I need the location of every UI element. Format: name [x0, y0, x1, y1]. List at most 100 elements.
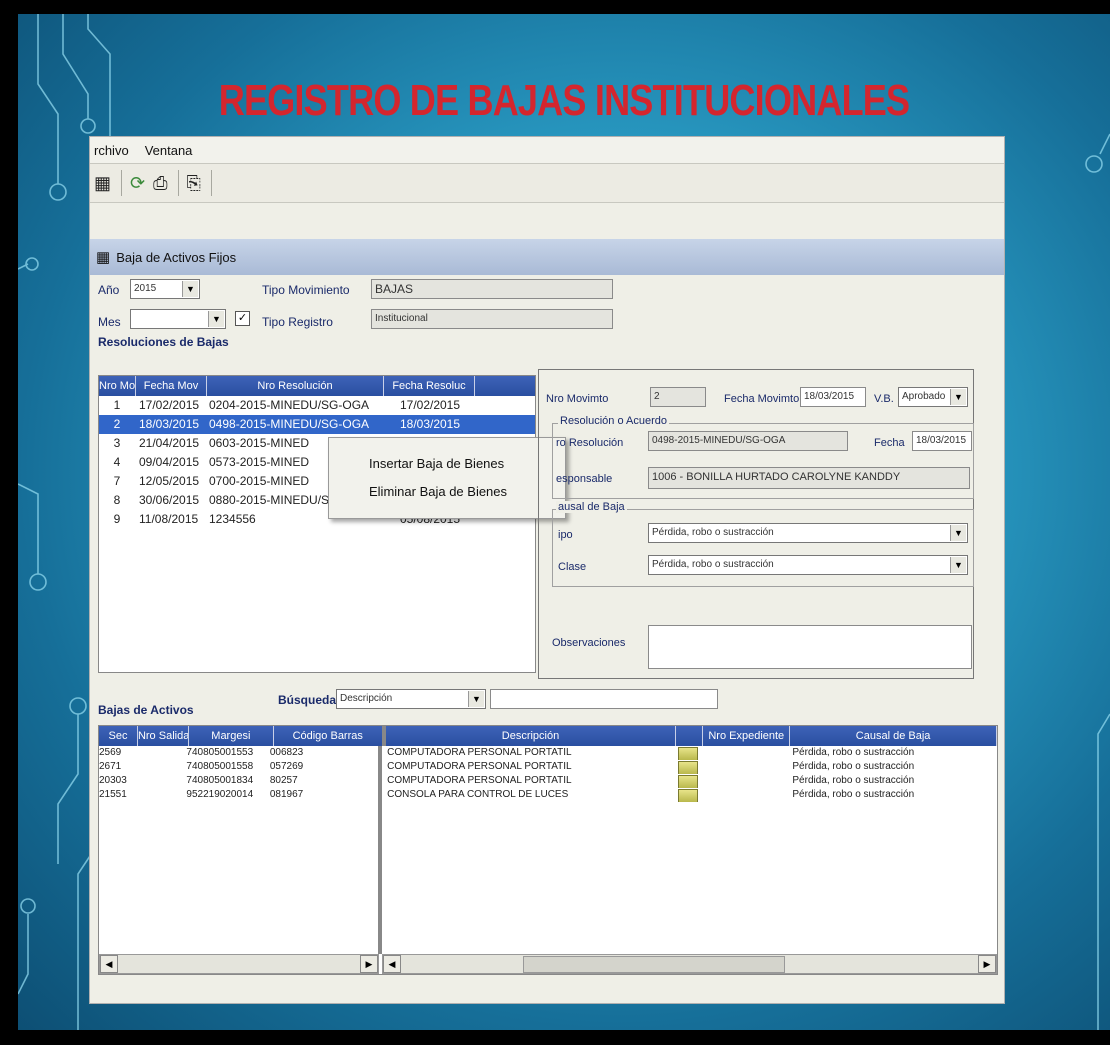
scroll-right-icon[interactable]: ▶ [978, 955, 996, 973]
column-header[interactable]: Margesi [189, 726, 274, 746]
scroll-right-icon[interactable]: ▶ [360, 955, 378, 973]
table-cell: Pérdida, robo o sustracción [792, 761, 915, 772]
tipo-select[interactable]: Pérdida, robo o sustracción ▼ [648, 523, 968, 543]
tipo-registro-field[interactable]: Institucional [371, 309, 613, 329]
table-cell: 21551 [99, 789, 127, 800]
activos-grid[interactable]: Sec Nro Salida Margesi Código Barras Des… [98, 725, 998, 975]
nro-movimiento-field[interactable]: 2 [650, 387, 706, 407]
table-cell: Pérdida, robo o sustracción [792, 747, 915, 758]
resoluciones-grid[interactable]: Nro Mov Fecha Mov Nro Resolución Fecha R… [98, 375, 536, 673]
tipo-label: ipo [558, 529, 573, 541]
tipo-movimiento-label: Tipo Movimiento [262, 283, 350, 297]
toolbar: ▦ ⟳ ⎙ ⎘ [90, 163, 1004, 203]
busqueda-label: Búsqueda [278, 693, 337, 707]
scroll-thumb[interactable] [523, 956, 785, 973]
fecha-movimiento-label: Fecha Movimto [724, 393, 800, 405]
menu-item-eliminar[interactable]: Eliminar Baja de Bienes [369, 484, 507, 499]
print-icon[interactable]: ⎙ [153, 174, 167, 192]
resoluciones-heading: Resoluciones de Bajas [98, 335, 229, 349]
fecha-movimiento-field[interactable]: 18/03/2015 [800, 387, 866, 407]
window-title: Baja de Activos Fijos [116, 249, 237, 265]
chevron-down-icon: ▼ [182, 281, 198, 297]
folder-icon[interactable] [675, 774, 701, 788]
fecha-field[interactable]: 18/03/2015 [912, 431, 972, 451]
table-cell: 80257 [269, 775, 298, 786]
vb-select[interactable]: Aprobado ▼ [898, 387, 968, 407]
left-scrollbar[interactable]: ◀ ▶ [99, 954, 379, 974]
observaciones-field[interactable] [648, 625, 972, 669]
busqueda-select[interactable]: Descripción ▼ [336, 689, 486, 709]
column-header[interactable]: Fecha Mov [136, 376, 207, 396]
table-cell: 8 [113, 493, 121, 507]
table-cell: COMPUTADORA PERSONAL PORTATIL [387, 747, 572, 758]
clase-select[interactable]: Pérdida, robo o sustracción ▼ [648, 555, 968, 575]
scroll-left-icon[interactable]: ◀ [100, 955, 118, 973]
folder-icon[interactable] [675, 788, 701, 802]
busqueda-input[interactable] [490, 689, 718, 709]
table-cell: 740805001553 [186, 747, 254, 758]
save-icon[interactable]: ▦ [94, 174, 111, 192]
table-row[interactable]: 1 17/02/2015 0204-2015-MINEDU/SG-OGA 17/02/… [99, 396, 535, 415]
menu-bar: rchivo Ventana [90, 137, 1004, 163]
refresh-icon[interactable]: ⟳ [130, 174, 145, 192]
table-cell [701, 746, 786, 760]
table-row[interactable]: 2569 740805001553 006823 COMPUTADORA PERSON… [99, 746, 997, 760]
table-row[interactable]: 21551 952219020014 081967 CONSOLA PARA CONT… [99, 788, 997, 802]
menu-archivo[interactable]: rchivo [94, 143, 129, 158]
nro-resolucion-field[interactable]: 0498-2015-MINEDU/SG-OGA [648, 431, 848, 451]
tipo-registro-label: Tipo Registro [262, 315, 333, 329]
column-header[interactable]: Causal de Baja [790, 726, 997, 746]
context-menu: Insertar Baja de Bienes Eliminar Baja de… [328, 437, 566, 519]
column-header[interactable]: Sec [99, 726, 138, 746]
mes-select[interactable]: ▼ [130, 309, 226, 329]
column-header[interactable]: Nro Salida [138, 726, 189, 746]
table-cell: 21/04/2015 [139, 436, 200, 450]
column-header[interactable]: Nro Expediente [703, 726, 791, 746]
folder-icon[interactable] [675, 760, 701, 774]
activos-heading: Bajas de Activos [98, 703, 194, 717]
mes-checkbox[interactable]: ✓ [235, 311, 250, 326]
column-header[interactable]: Fecha Resoluc [384, 376, 475, 396]
table-row[interactable]: 2 18/03/2015 0498-2015-MINEDU/SG-OGA 18/03/… [99, 415, 535, 434]
folder-icon[interactable] [675, 746, 701, 760]
column-header[interactable]: Código Barras [274, 726, 386, 746]
table-cell [137, 760, 187, 774]
column-header[interactable]: Descripción [386, 726, 677, 746]
split-divider[interactable] [378, 746, 382, 954]
causal-group [552, 509, 974, 587]
table-cell: 12/05/2015 [139, 474, 200, 488]
table-row[interactable]: 2671 740805001558 057269 COMPUTADORA PERSON… [99, 760, 997, 774]
fecha-label: Fecha [874, 437, 905, 449]
folder-icon-shape [678, 747, 699, 760]
column-header[interactable]: Nro Resolución [207, 376, 384, 396]
responsable-field[interactable]: 1006 - BONILLA HURTADO CAROLYNE KANDDY [648, 467, 970, 489]
menu-item-insertar[interactable]: Insertar Baja de Bienes [369, 456, 504, 471]
clase-label: Clase [558, 561, 587, 573]
table-cell: COMPUTADORA PERSONAL PORTATIL [387, 775, 572, 786]
observaciones-label: Observaciones [552, 637, 626, 649]
table-cell: 1 [113, 398, 121, 412]
table-cell: 9 [113, 512, 121, 526]
chevron-down-icon: ▼ [950, 557, 966, 573]
table-cell: CONSOLA PARA CONTROL DE LUCES [387, 789, 569, 800]
exit-icon[interactable]: ⎘ [187, 174, 201, 192]
causal-group-label: ausal de Baja [556, 501, 627, 513]
nro-movimiento-label: Nro Movimto [546, 393, 609, 405]
right-scrollbar[interactable]: ◀ ▶ [382, 954, 997, 974]
clase-value: Pérdida, robo o sustracción [652, 559, 774, 570]
anio-select[interactable]: 2015 ▼ [130, 279, 200, 299]
column-header[interactable]: Nro Mov [99, 376, 136, 396]
folder-icon-shape [678, 789, 699, 802]
table-cell [137, 788, 187, 802]
table-cell: 2671 [99, 761, 122, 772]
scroll-left-icon[interactable]: ◀ [383, 955, 401, 973]
busqueda-value: Descripción [340, 693, 393, 704]
chevron-down-icon: ▼ [468, 691, 484, 707]
menu-ventana[interactable]: Ventana [145, 143, 193, 158]
vb-value: Aprobado [902, 391, 946, 402]
column-header[interactable] [676, 726, 704, 746]
table-row[interactable]: 20303 740805001834 80257 COMPUTADORA PERSON… [99, 774, 997, 788]
table-cell: 952219020014 [186, 789, 254, 800]
resolucion-group-label: Resolución o Acuerdo [558, 415, 670, 427]
tipo-movimiento-field[interactable]: BAJAS [371, 279, 613, 299]
